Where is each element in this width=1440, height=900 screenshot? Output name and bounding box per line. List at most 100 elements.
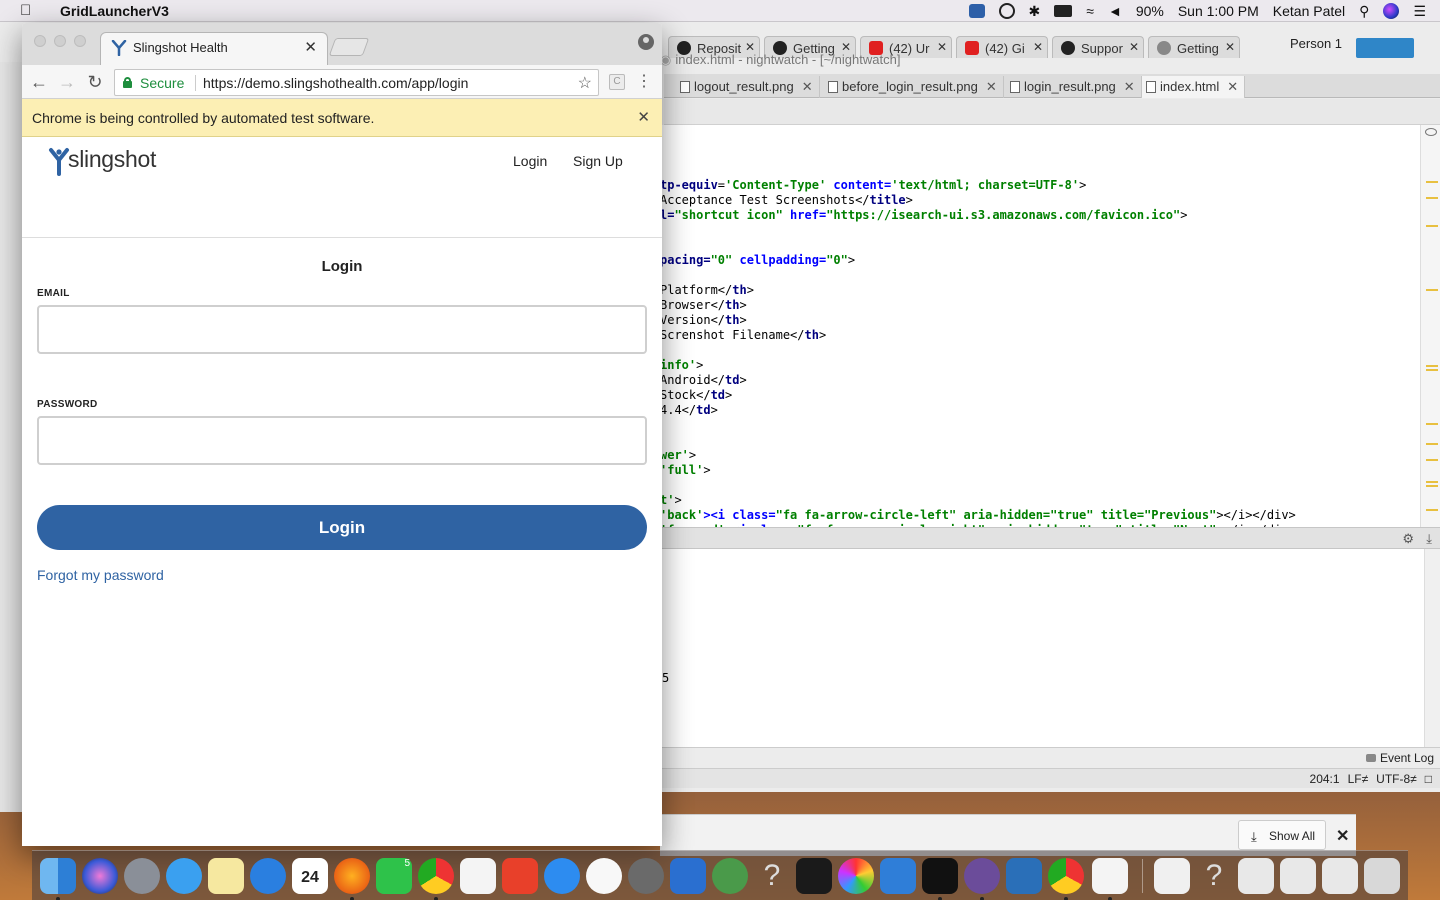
show-all-downloads-button[interactable]: ⤓ Show All bbox=[1238, 820, 1326, 850]
code-line[interactable]: tp-equiv='Content-Type' content='text/ht… bbox=[660, 178, 1086, 193]
profile-avatar-icon[interactable] bbox=[638, 34, 654, 50]
code-line[interactable]: Browser</th> bbox=[660, 298, 747, 313]
active-app-name[interactable]: GridLauncherV3 bbox=[60, 3, 169, 19]
close-icon[interactable]: ✕ bbox=[1227, 79, 1238, 94]
code-line[interactable]: Acceptance Test Screenshots</title> bbox=[660, 193, 913, 208]
browser-menu-icon[interactable]: ⋮ bbox=[636, 71, 652, 93]
close-infobar-icon[interactable]: ✕ bbox=[637, 108, 650, 126]
console-scrollbar[interactable] bbox=[1424, 549, 1440, 747]
unknown-app-icon[interactable]: ? bbox=[754, 858, 790, 894]
chrome-icon[interactable] bbox=[1048, 858, 1084, 894]
display-icon[interactable] bbox=[968, 4, 985, 18]
close-icon[interactable]: ✕ bbox=[1129, 40, 1139, 54]
finder-icon[interactable] bbox=[40, 858, 76, 894]
new-tab-button[interactable] bbox=[328, 38, 370, 56]
user-name[interactable]: Ketan Patel bbox=[1273, 3, 1345, 19]
close-icon[interactable]: ✕ bbox=[802, 79, 813, 94]
background-tab[interactable]: (42) Gi ✕ bbox=[956, 36, 1048, 58]
profile-name[interactable]: Person 1 bbox=[1290, 36, 1342, 51]
login-button[interactable]: Login bbox=[37, 505, 647, 550]
hide-panel-icon[interactable]: ⤓ bbox=[1426, 531, 1432, 547]
code-line[interactable]: Screnshot Filename</th> bbox=[660, 328, 826, 343]
bluetooth-icon[interactable]: ✱ bbox=[1029, 3, 1041, 20]
notes-icon[interactable] bbox=[208, 858, 244, 894]
background-tab[interactable]: Suppor ✕ bbox=[1052, 36, 1144, 58]
lock-icon[interactable] bbox=[123, 77, 132, 88]
close-icon[interactable]: ✕ bbox=[986, 79, 997, 94]
close-icon[interactable]: ✕ bbox=[1124, 79, 1135, 94]
word-icon[interactable] bbox=[670, 858, 706, 894]
close-downloads-bar-icon[interactable]: ✕ bbox=[1336, 826, 1349, 846]
email-field[interactable] bbox=[37, 305, 647, 354]
apple-menu-icon[interactable]:  bbox=[20, 2, 36, 19]
clock[interactable]: Sun 1:00 PM bbox=[1178, 3, 1259, 19]
code-line[interactable]: Android</td> bbox=[660, 373, 747, 388]
itunes-icon[interactable] bbox=[586, 858, 622, 894]
reload-button[interactable]: ↻ bbox=[84, 71, 106, 93]
siri-icon[interactable] bbox=[82, 858, 118, 894]
preview-eye-icon[interactable] bbox=[1425, 128, 1437, 136]
code-editor[interactable]: tp-equiv='Content-Type' content='text/ht… bbox=[660, 125, 1420, 527]
unknown-app-icon[interactable]: ? bbox=[1196, 858, 1232, 894]
notification-center-icon[interactable]: ☰ bbox=[1413, 3, 1426, 20]
close-icon[interactable]: ✕ bbox=[937, 40, 947, 54]
photos-icon[interactable] bbox=[838, 858, 874, 894]
facetime-icon[interactable]: 5 bbox=[376, 858, 412, 894]
app-icon[interactable] bbox=[502, 858, 538, 894]
file-tab[interactable]: login_result.png ✕ bbox=[1006, 76, 1142, 98]
app-icon[interactable] bbox=[880, 858, 916, 894]
close-icon[interactable]: ✕ bbox=[1225, 40, 1235, 54]
code-line[interactable]: l="shortcut icon" href="https://isearch-… bbox=[660, 208, 1187, 223]
app-icon[interactable] bbox=[796, 858, 832, 894]
line-separator[interactable]: LF≠ bbox=[1348, 772, 1369, 786]
extension-icon[interactable]: C bbox=[609, 74, 625, 90]
code-line[interactable]: t'> bbox=[660, 493, 682, 508]
browser-tab-active[interactable]: Slingshot Health ✕ bbox=[100, 32, 328, 65]
file-tab[interactable]: before_login_result.png ✕ bbox=[824, 76, 1004, 98]
console-output[interactable]: 5 bbox=[660, 549, 1424, 747]
close-tab-icon[interactable]: ✕ bbox=[304, 38, 317, 56]
forward-button[interactable]: → bbox=[56, 71, 78, 93]
close-window-button[interactable] bbox=[34, 35, 46, 47]
forgot-password-link[interactable]: Forgot my password bbox=[37, 567, 164, 583]
background-tab[interactable]: Getting ✕ bbox=[1148, 36, 1240, 58]
url-text[interactable]: https://demo.slingshothealth.com/app/log… bbox=[203, 75, 468, 91]
bookmark-star-icon[interactable]: ☆ bbox=[578, 73, 592, 93]
spotlight-search-icon[interactable]: ⚲ bbox=[1359, 3, 1369, 20]
code-line[interactable]: info'> bbox=[660, 358, 703, 373]
event-log-button[interactable]: Event Log bbox=[1365, 751, 1434, 765]
system-preferences-icon[interactable] bbox=[628, 858, 664, 894]
minimize-window-button[interactable] bbox=[54, 35, 66, 47]
safari-icon[interactable] bbox=[250, 858, 286, 894]
time-machine-icon[interactable] bbox=[998, 3, 1015, 19]
lock-icon[interactable]: □ bbox=[1425, 772, 1432, 786]
file-tab-active[interactable]: index.html ✕ bbox=[1142, 76, 1246, 98]
volume-icon[interactable]: ◄ bbox=[1108, 3, 1122, 19]
nav-login-link[interactable]: Login bbox=[513, 153, 547, 169]
code-line[interactable]: Platform</th> bbox=[660, 283, 754, 298]
app-icon[interactable] bbox=[712, 858, 748, 894]
zoom-window-button[interactable] bbox=[74, 35, 86, 47]
jar-file-icon[interactable] bbox=[1154, 858, 1190, 894]
gear-icon[interactable]: ⚙ bbox=[1402, 531, 1414, 547]
code-line[interactable]: pacing="0" cellpadding="0"> bbox=[660, 253, 855, 268]
github-desktop-icon[interactable] bbox=[964, 858, 1000, 894]
siri-icon[interactable] bbox=[1383, 3, 1400, 19]
firefox-icon[interactable] bbox=[334, 858, 370, 894]
back-button[interactable]: ← bbox=[28, 71, 50, 93]
code-line[interactable]: Stock</td> bbox=[660, 388, 732, 403]
secure-label[interactable]: Secure bbox=[140, 75, 184, 91]
document-icon[interactable] bbox=[1322, 858, 1358, 894]
battery-status[interactable]: 90% bbox=[1136, 3, 1164, 19]
file-encoding[interactable]: UTF-8≠ bbox=[1376, 772, 1417, 786]
code-line[interactable]: 4.4</td> bbox=[660, 403, 718, 418]
password-field[interactable] bbox=[37, 416, 647, 465]
code-line[interactable]: wer'> bbox=[660, 448, 696, 463]
chrome-icon[interactable] bbox=[418, 858, 454, 894]
launchpad-icon[interactable] bbox=[124, 858, 160, 894]
code-line[interactable]: Version</th> bbox=[660, 313, 747, 328]
address-bar[interactable]: Secure https://demo.slingshothealth.com/… bbox=[114, 69, 599, 96]
document-icon[interactable] bbox=[1280, 858, 1316, 894]
app-grid-icon[interactable] bbox=[460, 858, 496, 894]
wifi-icon[interactable]: ≈ bbox=[1086, 3, 1094, 19]
